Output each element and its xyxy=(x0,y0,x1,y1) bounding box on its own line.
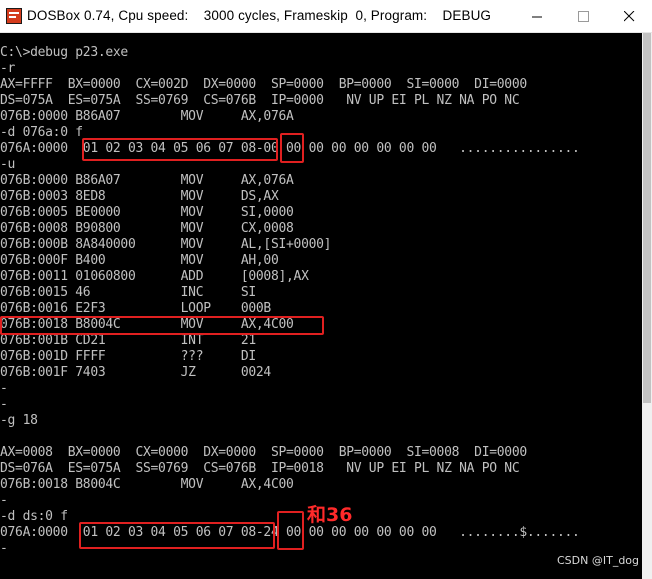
console-line: -u xyxy=(0,157,16,172)
console-line: 076B:001B CD21 INT 21 xyxy=(0,333,256,348)
highlight-mov-line xyxy=(0,316,324,335)
console-output: C:\>debug p23.exe -r AX=FFFF BX=0000 CX=… xyxy=(0,33,642,557)
dosbox-icon xyxy=(6,8,22,24)
console-line: 076B:0016 E2F3 LOOP 000B xyxy=(0,301,271,316)
watermark: CSDN @IT_dog xyxy=(557,554,640,567)
console-line: 076B:001D FFFF ??? DI xyxy=(0,349,256,364)
annotation-note: 和36 xyxy=(307,504,353,526)
title-bar[interactable]: DOSBox 0.74, Cpu speed: 3000 cycles, Fra… xyxy=(0,0,652,33)
console-line: -d ds:0 f xyxy=(0,509,68,524)
minimize-icon xyxy=(531,16,542,17)
console-line: AX=FFFF BX=0000 CX=002D DX=0000 SP=0000 … xyxy=(0,77,527,92)
console-line: 076B:000B 8A840000 MOV AL,[SI+0000] xyxy=(0,237,332,252)
console-line: 076B:0000 B86A07 MOV AX,076A xyxy=(0,173,294,188)
console-line: -r xyxy=(0,61,16,76)
highlight-final-result-byte xyxy=(277,511,304,550)
window-title: DOSBox 0.74, Cpu speed: 3000 cycles, Fra… xyxy=(27,8,492,23)
highlight-first-bytes xyxy=(82,138,278,161)
console-line: 076B:0003 8ED8 MOV DS,AX xyxy=(0,189,279,204)
console-line: 076B:0000 B86A07 MOV AX,076A xyxy=(0,109,294,124)
console-line: - xyxy=(0,493,8,508)
close-icon xyxy=(623,10,634,21)
console-line: 076B:0008 B90800 MOV CX,0008 xyxy=(0,221,294,236)
maximize-button[interactable] xyxy=(560,0,606,32)
console-line: 076B:0011 01060800 ADD [0008],AX xyxy=(0,269,309,284)
console-line: 076B:001F 7403 JZ 0024 xyxy=(0,365,271,380)
console-line: -d 076a:0 f xyxy=(0,125,83,140)
scrollbar-thumb[interactable] xyxy=(643,33,651,403)
highlight-final-bytes xyxy=(79,522,275,549)
console-line: 076B:0005 BE0000 MOV SI,0000 xyxy=(0,205,294,220)
console-line: 076B:000F B400 MOV AH,00 xyxy=(0,253,279,268)
console-line: - xyxy=(0,381,8,396)
console-line: 076B:0018 B8004C MOV AX,4C00 xyxy=(0,477,294,492)
console-line: -g 18 xyxy=(0,413,38,428)
console-line: - xyxy=(0,397,8,412)
console-line: AX=0008 BX=0000 CX=0000 DX=0000 SP=0000 … xyxy=(0,445,527,460)
console-line: DS=075A ES=075A SS=0769 CS=076B IP=0000 … xyxy=(0,93,520,108)
close-button[interactable] xyxy=(606,0,652,32)
console-line: DS=076A ES=075A SS=0769 CS=076B IP=0018 … xyxy=(0,461,520,476)
console-line: - xyxy=(0,541,8,556)
highlight-result-byte xyxy=(280,133,304,163)
vertical-scrollbar[interactable] xyxy=(642,33,652,579)
dos-console[interactable]: C:\>debug p23.exe -r AX=FFFF BX=0000 CX=… xyxy=(0,33,642,579)
console-line: C:\>debug p23.exe xyxy=(0,45,128,60)
console-line: 076B:0015 46 INC SI xyxy=(0,285,256,300)
minimize-button[interactable] xyxy=(514,0,560,32)
maximize-icon xyxy=(577,10,589,22)
